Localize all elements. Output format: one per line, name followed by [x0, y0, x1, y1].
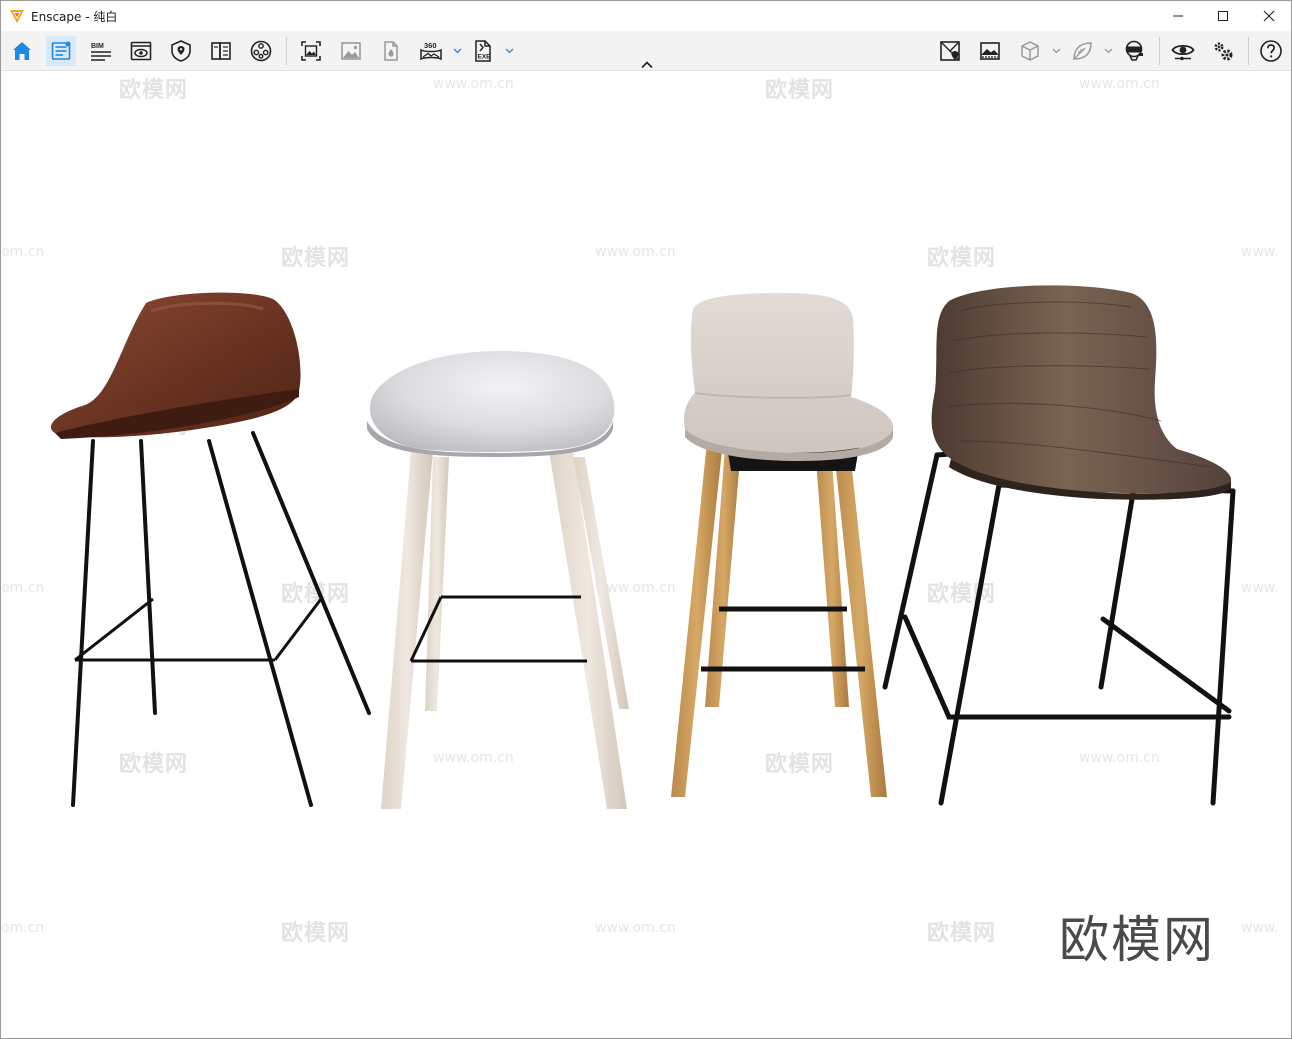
- fabric-bar-stool: [671, 293, 894, 797]
- screenshot-button[interactable]: [296, 36, 326, 66]
- material-library-button[interactable]: [206, 36, 236, 66]
- bim-button[interactable]: BIM: [86, 36, 116, 66]
- bim-label: BIM: [91, 43, 104, 50]
- video-reel-icon: [250, 40, 272, 62]
- panorama-dropdown[interactable]: [452, 45, 462, 57]
- map-view-icon: [940, 41, 960, 61]
- title-bar: Enscape - 纯白: [1, 1, 1291, 31]
- asset-library-button[interactable]: [1015, 36, 1045, 66]
- chevron-down-icon: [505, 48, 513, 54]
- custom-asset-button[interactable]: [1067, 36, 1097, 66]
- general-settings-button[interactable]: [1208, 36, 1238, 66]
- asset-library-dropdown[interactable]: [1051, 45, 1061, 57]
- chevron-down-icon: [1104, 48, 1112, 54]
- gears-icon: [1214, 42, 1233, 61]
- render-viewport[interactable]: 欧模网 www.om.cn 欧模网 www.om.cn om.cn 欧模网 ww…: [1, 72, 1291, 1038]
- walnut-bar-stool: [882, 285, 1236, 806]
- book-icon: [211, 42, 231, 60]
- toolbar-separator: [1159, 37, 1160, 65]
- home-button[interactable]: [7, 36, 37, 66]
- vr-headset-button[interactable]: [1119, 36, 1149, 66]
- maximize-button[interactable]: [1200, 1, 1246, 31]
- exe-export-dropdown[interactable]: [504, 45, 514, 57]
- panorama-label: 360: [424, 41, 437, 50]
- gallery-button[interactable]: [975, 36, 1005, 66]
- minimize-button[interactable]: [1155, 1, 1201, 31]
- white-shell-bar-stool: [367, 351, 629, 809]
- enscape-logo-icon: [10, 10, 24, 23]
- leather-bar-stool: [50, 292, 371, 807]
- help-icon: [1260, 40, 1282, 62]
- vr-headset-icon: [1125, 40, 1143, 61]
- exe-export-icon: EXE: [475, 40, 492, 62]
- view-icon: [130, 41, 152, 61]
- batch-render-button[interactable]: [376, 36, 406, 66]
- map-pin-icon: [171, 40, 191, 62]
- views-button[interactable]: [126, 36, 156, 66]
- home-icon: [13, 42, 31, 60]
- image-icon: [341, 42, 361, 60]
- bim-icon: BIM: [91, 43, 111, 61]
- chevron-up-icon: [641, 61, 653, 69]
- stool-scene: [50, 285, 1236, 809]
- toolbar-separator: [286, 37, 287, 65]
- exe-label: EXE: [478, 54, 492, 61]
- visibility-button[interactable]: [1168, 36, 1198, 66]
- visual-settings-button[interactable]: [46, 36, 76, 66]
- image-export-button[interactable]: [336, 36, 366, 66]
- settings-panel-icon: [51, 41, 71, 60]
- close-icon: [1263, 10, 1275, 22]
- asset-leaf-icon: [1073, 42, 1092, 60]
- eye-icon: [1171, 44, 1195, 61]
- chevron-down-icon: [453, 48, 461, 54]
- batch-render-icon: [384, 41, 398, 61]
- video-editor-button[interactable]: [246, 36, 276, 66]
- exe-export-button[interactable]: EXE: [468, 36, 498, 66]
- collapse-toolbar-button[interactable]: [639, 59, 655, 71]
- minimize-icon: [1173, 15, 1183, 17]
- panorama-button[interactable]: 360: [416, 36, 446, 66]
- window-title: Enscape - 纯白: [31, 10, 118, 24]
- toolbar-separator: [1248, 37, 1249, 65]
- close-button[interactable]: [1246, 1, 1291, 31]
- gallery-icon: [980, 42, 1000, 60]
- site-context-button[interactable]: [166, 36, 196, 66]
- map-view-button[interactable]: [935, 36, 965, 66]
- brand-watermark: 欧模网: [1059, 911, 1215, 969]
- help-button[interactable]: [1256, 36, 1286, 66]
- cube-icon: [1021, 41, 1039, 61]
- screenshot-icon: [301, 41, 321, 61]
- enscape-window: Enscape - 纯白 BIM 360 EXE 欧模网 www.om.cn 欧…: [0, 0, 1292, 1039]
- panorama-icon: 360: [420, 41, 442, 61]
- maximize-icon: [1218, 11, 1228, 21]
- custom-asset-dropdown[interactable]: [1103, 45, 1113, 57]
- chevron-down-icon: [1052, 48, 1060, 54]
